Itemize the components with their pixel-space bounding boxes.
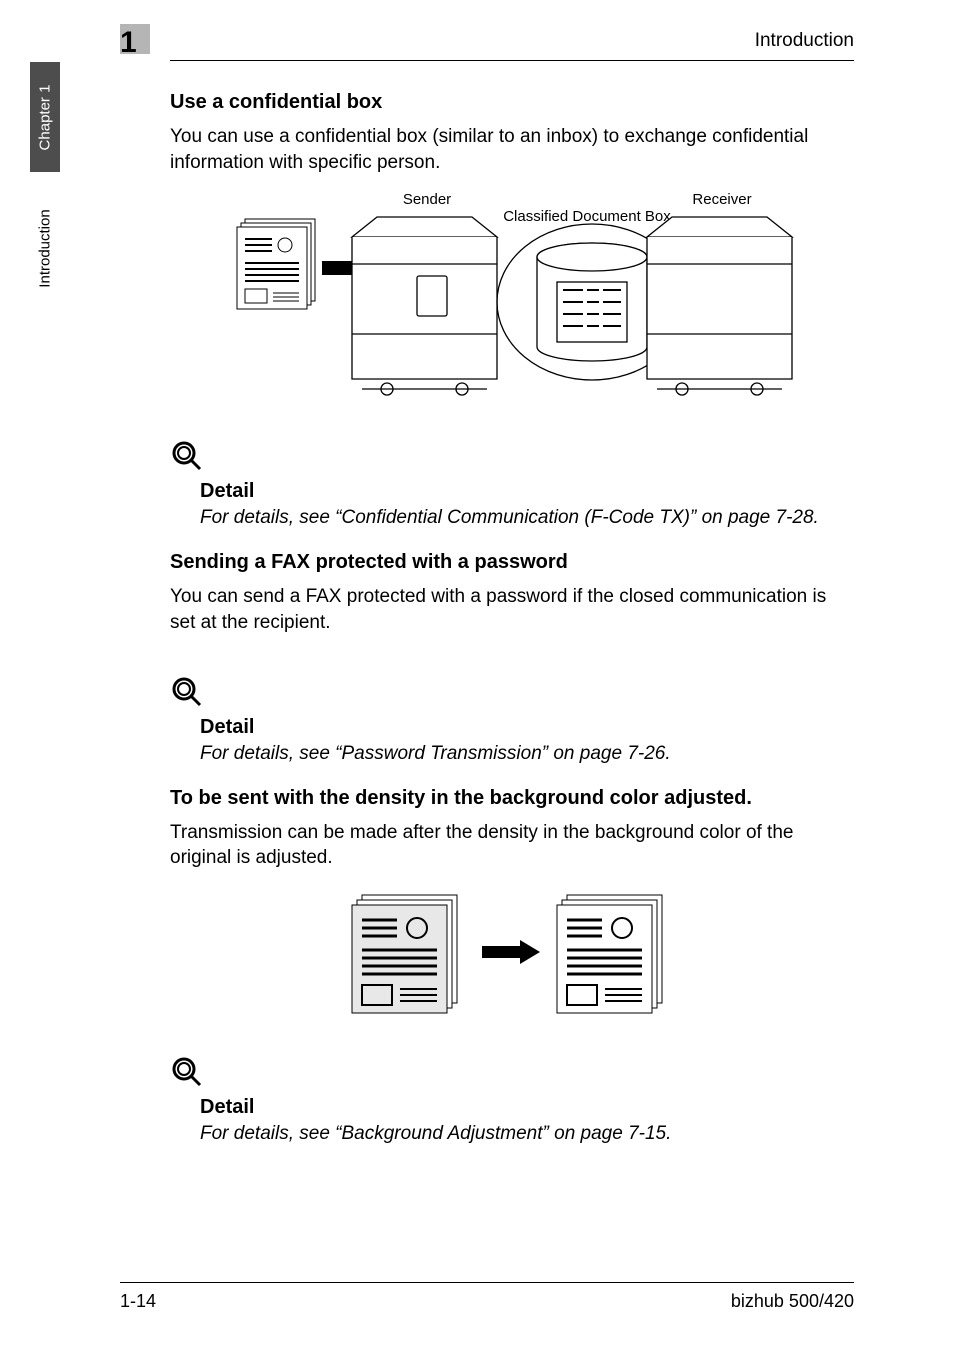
section-heading-confidential: Use a confidential box [170,91,854,114]
detail-text-3: For details, see “Background Adjustment”… [200,1121,854,1147]
detail-title-3: Detail [200,1096,854,1119]
footer-model: bizhub 500/420 [731,1291,854,1312]
detail-block-1: Detail For details, see “Confidential Co… [170,419,854,531]
detail-block-3: Detail For details, see “Background Adju… [170,1035,854,1147]
magnifier-icon [170,439,204,473]
label-sender: Sender [403,191,451,208]
diagram-background [170,885,854,1015]
magnifier-icon [170,675,204,709]
page: Chapter 1 Introduction 1 Introduction Us… [0,0,954,1352]
label-receiver: Receiver [692,191,751,208]
footer-page-number: 1-14 [120,1291,156,1312]
side-chapter-tab: Chapter 1 [30,62,60,172]
detail-block-2: Detail For details, see “Password Transm… [170,655,854,767]
section-heading-password: Sending a FAX protected with a password [170,551,854,574]
header-title: Introduction [755,30,854,52]
confidential-diagram-svg: Sender Receiver Classified Document Box [222,189,802,399]
label-box: Classified Document Box [503,208,671,225]
section-body-confidential: You can use a confidential box (similar … [170,124,854,175]
background-diagram-svg [332,885,692,1015]
detail-text-2: For details, see “Password Transmission”… [200,741,854,767]
diagram-confidential: Sender Receiver Classified Document Box [170,189,854,399]
chapter-number: 1 [120,26,137,60]
content: Use a confidential box You can use a con… [170,91,854,1147]
detail-title-2: Detail [200,716,854,739]
detail-text-1: For details, see “Confidential Communica… [200,505,854,531]
section-body-password: You can send a FAX protected with a pass… [170,584,854,635]
page-header: 1 Introduction [170,30,854,61]
magnifier-icon [170,1055,204,1089]
side-chapter-label: Chapter 1 [37,84,54,150]
side-intro-tab: Introduction [30,178,60,318]
section-body-background: Transmission can be made after the densi… [170,820,854,871]
side-intro-label: Introduction [37,209,54,287]
page-footer: 1-14 bizhub 500/420 [120,1282,854,1312]
section-heading-background: To be sent with the density in the backg… [170,787,854,810]
detail-title-1: Detail [200,480,854,503]
